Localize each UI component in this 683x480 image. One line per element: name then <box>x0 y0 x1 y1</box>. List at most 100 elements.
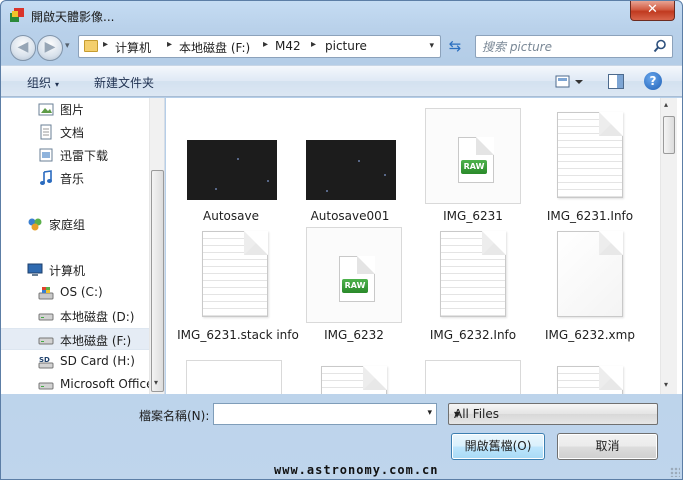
breadcrumb-separator-icon[interactable]: ▸ <box>103 39 108 50</box>
file-name: IMG_6231.Info <box>546 209 634 223</box>
image-thumbnail <box>306 140 396 200</box>
drive-icon <box>38 313 54 321</box>
sidebar-item-label: 本地磁盘 (F:) <box>60 334 132 348</box>
forward-button[interactable]: ▶ <box>37 35 63 61</box>
file-name: Autosave001 <box>310 209 390 223</box>
computer-icon <box>27 263 43 276</box>
sidebar-item-documents[interactable]: 文档 <box>1 121 149 143</box>
pictures-icon <box>38 103 54 116</box>
file-thumbnail: RAW <box>425 108 521 204</box>
help-button[interactable]: ? <box>644 72 662 90</box>
back-button[interactable]: ◀ <box>10 35 36 61</box>
breadcrumb-picture[interactable]: picture <box>325 39 367 53</box>
command-bar: 组织 ▾ 新建文件夹 ? <box>1 65 682 97</box>
raw-file-icon: RAW <box>458 137 494 183</box>
title-bar: 開啟天體影像... ✕ <box>1 1 682 31</box>
filename-combobox[interactable]: ▾ <box>213 403 437 425</box>
file-list-scroll-thumb[interactable] <box>663 116 675 154</box>
file-name: IMG_6232.xmp <box>545 328 635 342</box>
breadcrumb-separator-icon[interactable]: ▸ <box>311 39 316 50</box>
file-name: IMG_6232.Info <box>429 328 517 342</box>
sidebar-item-sd-card-h[interactable]: SD SD Card (H:) <box>1 351 149 373</box>
organize-button[interactable]: 组织 ▾ <box>27 74 59 91</box>
address-dropdown-icon[interactable]: ▾ <box>429 41 434 51</box>
open-button[interactable]: 開啟舊檔(O) <box>451 433 545 460</box>
close-icon: ✕ <box>647 2 658 17</box>
scroll-up-arrow-icon[interactable]: ▴ <box>664 100 668 109</box>
filename-input[interactable] <box>217 406 413 422</box>
file-thumbnail <box>425 360 521 394</box>
app-icon <box>10 8 24 22</box>
sidebar-item-homegroup[interactable]: 家庭组 <box>1 213 149 235</box>
scroll-down-arrow-icon[interactable]: ▾ <box>154 378 158 387</box>
cancel-button[interactable]: 取消 <box>557 433 658 460</box>
file-thumbnail <box>542 108 638 204</box>
os-drive-icon <box>38 287 54 300</box>
download-folder-icon <box>39 148 53 162</box>
sidebar-item-pictures[interactable]: 图片 <box>1 98 149 120</box>
breadcrumb-separator-icon[interactable]: ▸ <box>167 39 172 50</box>
documents-icon <box>40 124 52 140</box>
drive-icon <box>38 382 54 390</box>
resize-grip[interactable] <box>670 467 680 477</box>
window-title: 開啟天體影像... <box>31 10 115 24</box>
sidebar-item-microsoft-office[interactable]: Microsoft Office <box>1 374 153 394</box>
sidebar-item-label: 文档 <box>60 126 85 140</box>
music-icon <box>40 170 52 185</box>
file-thumbnail <box>542 227 638 323</box>
watermark-text: www.astronomy.com.cn <box>274 463 439 477</box>
sidebar-item-label: 音乐 <box>60 172 85 186</box>
recent-locations-icon[interactable]: ▾ <box>65 41 70 51</box>
search-icon[interactable] <box>653 39 667 53</box>
change-view-icon[interactable] <box>555 74 585 90</box>
close-button[interactable]: ✕ <box>630 1 675 21</box>
sidebar-item-computer[interactable]: 计算机 <box>1 259 149 281</box>
sd-card-icon: SD <box>38 356 54 369</box>
sidebar-scrollbar[interactable]: ▾ <box>149 98 164 394</box>
file-type-select[interactable]: All Files ▾ <box>448 403 658 425</box>
navigation-pane: 图片 文档 迅雷下载 音乐 家庭组 计算机 OS (C:) 本地磁盘 (D:) <box>1 98 165 394</box>
search-input[interactable] <box>482 39 652 55</box>
forward-arrow-icon: ▶ <box>44 39 56 55</box>
file-list-scrollbar[interactable]: ▴ ▾ <box>660 98 677 394</box>
new-folder-button[interactable]: 新建文件夹 <box>94 74 154 91</box>
file-thumbnail: RAW <box>306 227 402 323</box>
text-file-icon <box>321 366 387 394</box>
sidebar-item-label: Microsoft Office <box>60 377 154 391</box>
organize-dropdown-icon: ▾ <box>55 80 60 89</box>
file-name: Autosave <box>203 209 259 223</box>
sidebar-item-drive-d[interactable]: 本地磁盘 (D:) <box>1 305 149 327</box>
text-file-icon <box>440 231 506 317</box>
sidebar-scroll-thumb[interactable] <box>151 170 164 392</box>
breadcrumb-separator-icon[interactable]: ▸ <box>263 39 268 50</box>
file-list: Autosave Autosave001 RAW IMG_6231 IMG_62… <box>166 98 682 394</box>
sidebar-item-label: 迅雷下载 <box>60 149 109 163</box>
address-bar[interactable]: ▸ 计算机 ▸ 本地磁盘 (F:) ▸ M42 ▸ picture ▾ <box>78 35 441 58</box>
file-type-dropdown-icon: ▾ <box>454 407 461 421</box>
preview-pane-button[interactable] <box>608 74 624 89</box>
refresh-icon: ⇆ <box>448 37 462 55</box>
organize-label: 组织 <box>27 76 52 90</box>
file-thumbnail <box>425 227 521 323</box>
scroll-down-arrow-icon[interactable]: ▾ <box>664 380 668 389</box>
filename-dropdown-icon[interactable]: ▾ <box>427 408 432 418</box>
refresh-button[interactable]: ⇆ <box>444 37 466 57</box>
homegroup-icon <box>28 218 42 231</box>
folder-icon <box>84 40 98 52</box>
raw-badge: RAW <box>342 279 368 293</box>
sidebar-item-label: 家庭组 <box>49 218 86 232</box>
sidebar-item-os-c[interactable]: OS (C:) <box>1 282 149 304</box>
sidebar-item-thunder-downloads[interactable]: 迅雷下载 <box>1 144 149 166</box>
text-file-icon <box>202 231 268 317</box>
file-thumbnail <box>183 108 279 204</box>
sidebar-item-drive-f[interactable]: 本地磁盘 (F:) <box>1 328 149 350</box>
sidebar-item-label: 图片 <box>60 103 85 117</box>
breadcrumb-drive-f[interactable]: 本地磁盘 (F:) <box>179 39 250 56</box>
breadcrumb-computer[interactable]: 计算机 <box>115 39 151 56</box>
filename-label: 檔案名稱(N): <box>139 409 210 423</box>
drive-icon <box>38 337 54 345</box>
breadcrumb-m42[interactable]: M42 <box>275 39 301 53</box>
file-name: IMG_6231.stack info <box>177 328 299 342</box>
search-box[interactable] <box>475 35 673 58</box>
sidebar-item-music[interactable]: 音乐 <box>1 167 149 189</box>
